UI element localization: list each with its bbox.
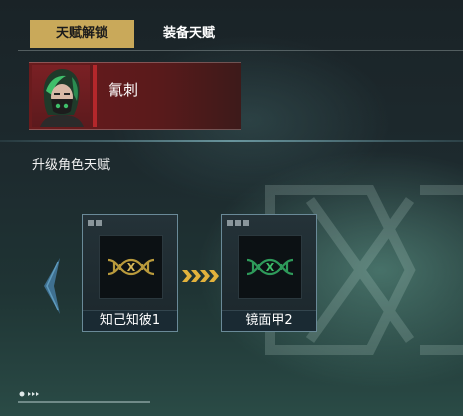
talent-level-dots: [227, 220, 249, 226]
talent-level-dots: [88, 220, 102, 226]
chevron-left-icon[interactable]: [40, 256, 62, 316]
section-title: 升级角色天赋: [32, 158, 111, 173]
tab-equip-talent[interactable]: 装备天赋: [144, 20, 234, 48]
talent-icon-box: X: [99, 235, 163, 299]
hero-portrait-avatar: [32, 65, 90, 127]
arrow-right-chevrons-icon: [182, 270, 219, 282]
talent-name: 知己知彼1: [83, 310, 177, 331]
hero-name: 氰刺: [108, 81, 139, 99]
talent-card[interactable]: X 镜面甲2: [221, 214, 317, 332]
hero-card[interactable]: 氰刺: [29, 62, 241, 130]
hero-accent-bar: [93, 65, 97, 127]
talent-icon-box: X: [238, 235, 302, 299]
tab-talent-unlock[interactable]: 天赋解锁: [30, 20, 134, 48]
tab-divider: [18, 50, 463, 51]
tab-bar: 天赋解锁 装备天赋: [30, 20, 234, 48]
svg-text:X: X: [127, 261, 136, 274]
dna-helix-icon: X: [246, 258, 294, 276]
talent-name: 镜面甲2: [222, 310, 316, 331]
talent-card[interactable]: X 知己知彼1: [82, 214, 178, 332]
dna-helix-icon: X: [107, 258, 155, 276]
scroll-progress-bar: [18, 401, 150, 403]
svg-text:X: X: [266, 261, 275, 274]
section-divider: [0, 140, 463, 142]
